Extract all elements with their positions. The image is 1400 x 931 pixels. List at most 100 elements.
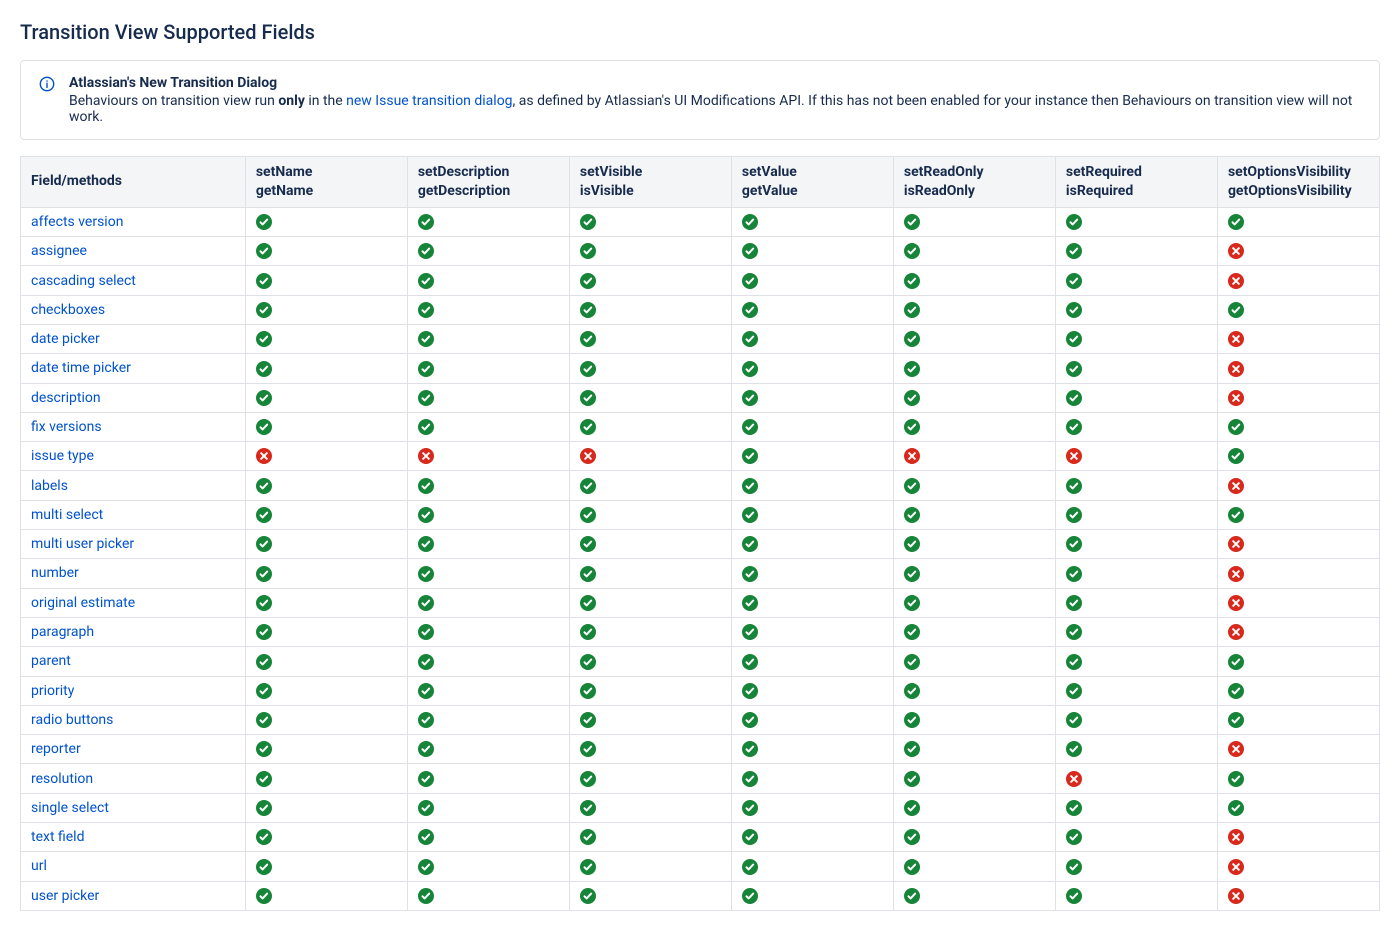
support-cell [893,617,1055,646]
field-link[interactable]: priority [31,683,74,699]
check-icon [904,419,920,435]
support-cell [1055,442,1217,471]
check-icon [1066,390,1082,406]
field-link[interactable]: text field [31,829,84,845]
support-cell [245,852,407,881]
support-cell [407,764,569,793]
table-row: cascading select [21,266,1380,295]
check-icon [1066,419,1082,435]
check-icon [418,741,434,757]
check-icon [256,331,272,347]
field-link[interactable]: checkboxes [31,302,105,318]
check-icon [256,859,272,875]
support-cell [245,793,407,822]
field-link[interactable]: reporter [31,741,81,757]
cross-icon [1228,888,1244,904]
check-icon [1066,273,1082,289]
check-icon [1066,712,1082,728]
support-cell [245,207,407,236]
support-cell [1217,354,1379,383]
field-link[interactable]: user picker [31,888,99,904]
field-link[interactable]: date picker [31,331,100,347]
check-icon [418,859,434,875]
field-link[interactable]: resolution [31,771,93,787]
field-link[interactable]: labels [31,478,68,494]
support-cell [731,530,893,559]
support-cell [1217,559,1379,588]
check-icon [904,273,920,289]
check-icon [580,566,596,582]
support-cell [1055,237,1217,266]
check-icon [742,624,758,640]
check-icon [256,888,272,904]
support-cell [731,588,893,617]
field-link[interactable]: radio buttons [31,712,113,728]
field-link[interactable]: fix versions [31,419,102,435]
check-icon [742,741,758,757]
check-icon [742,478,758,494]
support-cell [1217,266,1379,295]
support-cell [407,266,569,295]
check-icon [1066,214,1082,230]
support-cell [569,324,731,353]
check-icon [580,243,596,259]
field-link[interactable]: multi select [31,507,103,523]
support-cell [1217,324,1379,353]
support-cell [731,354,893,383]
check-icon [742,683,758,699]
check-icon [256,800,272,816]
support-cell [245,530,407,559]
support-cell [407,559,569,588]
field-link[interactable]: assignee [31,243,87,259]
check-icon [742,361,758,377]
support-cell [1055,588,1217,617]
check-icon [418,712,434,728]
support-cell [245,823,407,852]
table-row: date time picker [21,354,1380,383]
field-link[interactable]: date time picker [31,360,131,376]
support-cell [245,354,407,383]
field-link[interactable]: description [31,390,101,406]
check-icon [418,800,434,816]
field-link[interactable]: parent [31,653,71,669]
check-icon [256,361,272,377]
support-cell [893,530,1055,559]
field-link[interactable]: paragraph [31,624,94,640]
check-icon [742,712,758,728]
field-link[interactable]: url [31,858,47,874]
check-icon [1066,243,1082,259]
check-icon [742,419,758,435]
check-icon [256,507,272,523]
check-icon [580,859,596,875]
support-cell [569,705,731,734]
check-icon [904,683,920,699]
support-cell [893,237,1055,266]
check-icon [1228,800,1244,816]
support-cell [1217,207,1379,236]
field-link[interactable]: affects version [31,214,123,230]
field-link[interactable]: issue type [31,448,94,464]
support-cell [1055,705,1217,734]
support-cell [731,735,893,764]
check-icon [1228,712,1244,728]
field-link[interactable]: multi user picker [31,536,134,552]
check-icon [742,507,758,523]
table-row: resolution [21,764,1380,793]
support-cell [1217,617,1379,646]
transition-dialog-link[interactable]: new Issue transition dialog [346,93,512,109]
support-cell [731,823,893,852]
check-icon [256,771,272,787]
field-link[interactable]: single select [31,800,109,816]
check-icon [1066,536,1082,552]
field-link[interactable]: original estimate [31,595,135,611]
cross-icon [1228,361,1244,377]
support-cell [1217,676,1379,705]
check-icon [256,654,272,670]
support-cell [1055,207,1217,236]
support-cell [1055,383,1217,412]
check-icon [1228,419,1244,435]
field-link[interactable]: cascading select [31,273,136,289]
support-cell [731,852,893,881]
field-link[interactable]: number [31,565,79,581]
check-icon [904,302,920,318]
